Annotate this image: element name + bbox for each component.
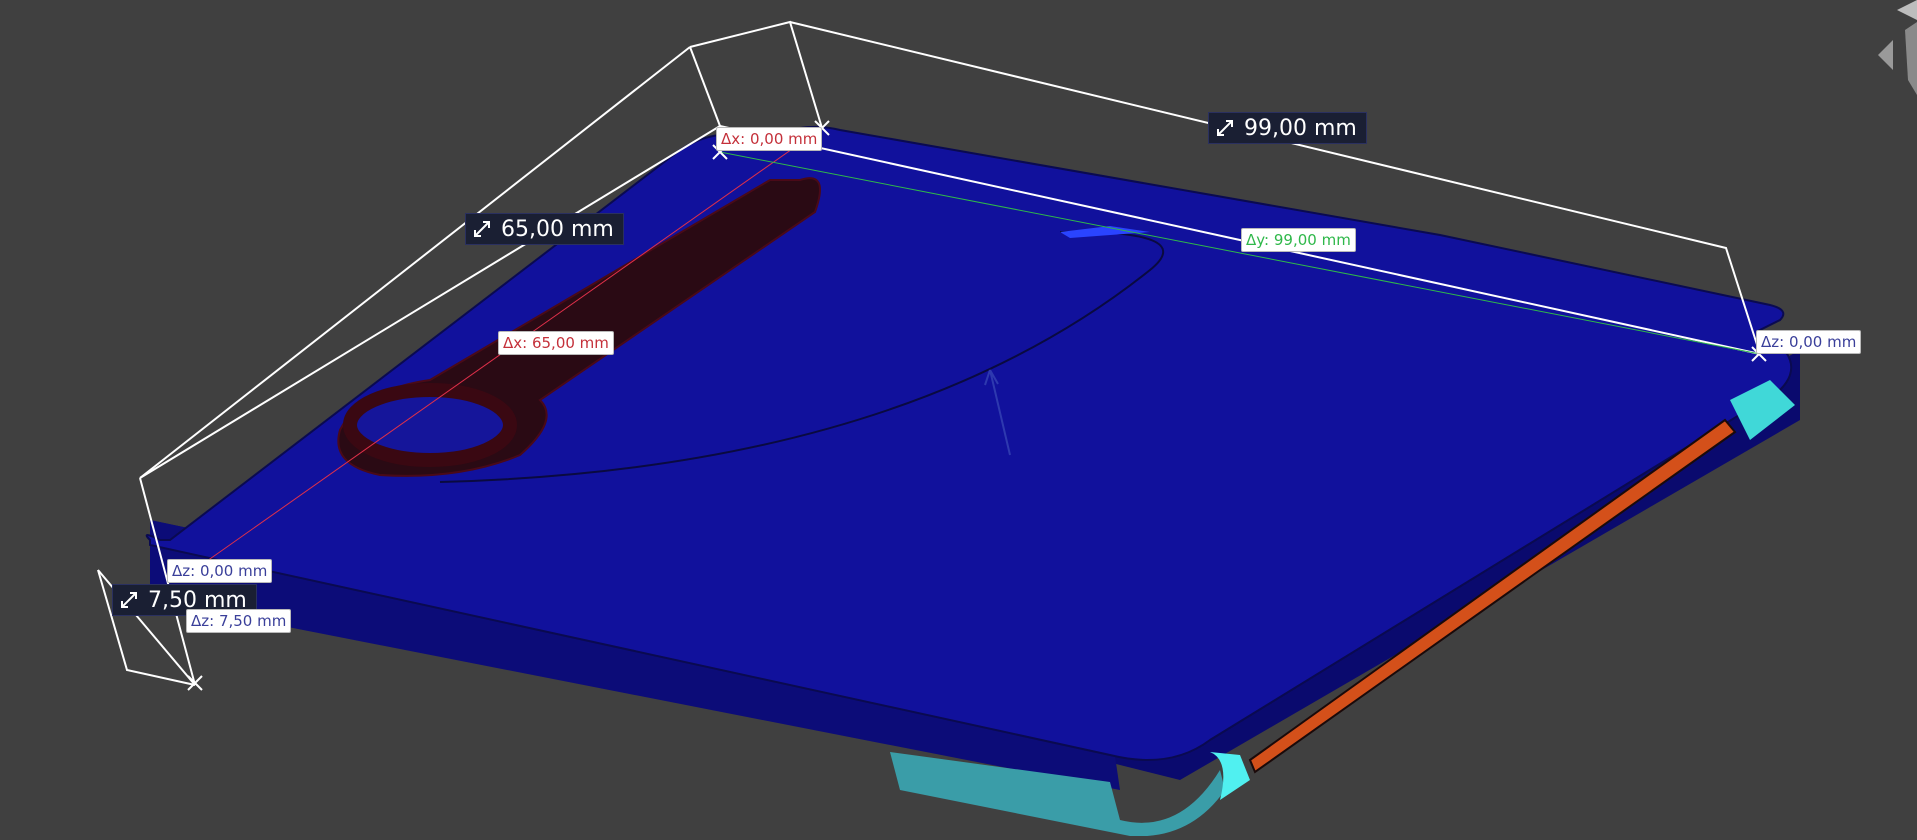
dimension-label-x[interactable]: 65,00 mm (465, 213, 624, 245)
delta-y: Δy: 99,00 mm (1241, 228, 1356, 252)
dimension-value-y: 99,00 mm (1244, 115, 1357, 141)
lanyard-hole (343, 383, 517, 467)
delta-z-right: Δz: 0,00 mm (1756, 330, 1862, 354)
dimension-arrow-icon (474, 221, 490, 237)
dimension-arrow-icon (1217, 120, 1233, 136)
nav-cube-icon[interactable] (1878, 0, 1917, 95)
dimension-value-x: 65,00 mm (501, 216, 614, 242)
delta-x-top: Δx: 0,00 mm (716, 127, 823, 151)
3d-viewport[interactable]: 99,00 mm 65,00 mm 7,50 mm Δx: 0,00 mm Δx… (0, 0, 1917, 837)
delta-x-mid: Δx: 65,00 mm (498, 331, 614, 355)
model-scene[interactable] (0, 0, 1917, 837)
delta-z-height: Δz: 7,50 mm (186, 609, 292, 633)
dimension-arrow-icon (121, 592, 137, 608)
dimension-label-y[interactable]: 99,00 mm (1208, 112, 1367, 144)
delta-z-left: Δz: 0,00 mm (167, 559, 273, 583)
